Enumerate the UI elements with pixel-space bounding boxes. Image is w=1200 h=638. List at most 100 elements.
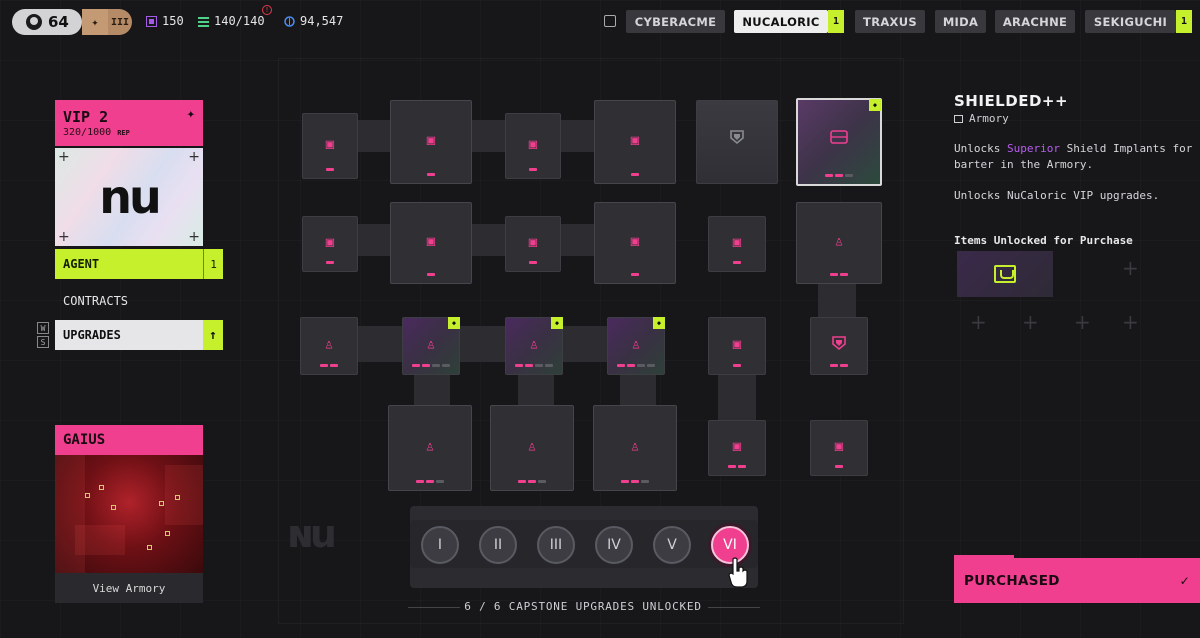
upgrade-node[interactable]: ♙ (490, 405, 574, 491)
implant-icon: ▣ (528, 136, 538, 153)
unlocked-flag-icon: ◆ (653, 317, 665, 329)
artwork-marker (175, 495, 180, 500)
stat-capacity: 140/140 (198, 14, 265, 28)
figure-icon: ♙ (631, 336, 641, 353)
faction-logo-text: nu (99, 170, 161, 224)
upgrade-node[interactable]: ♙ (593, 405, 677, 491)
purchased-label: PURCHASED (964, 572, 1060, 589)
upgrade-node-selected[interactable]: ◆ (796, 98, 882, 186)
check-icon: ✓ (1179, 573, 1190, 588)
upgrade-category: Armory (954, 112, 1009, 125)
gaius-artwork (55, 455, 203, 573)
upgrade-node[interactable]: ▣ (390, 202, 472, 284)
upgrade-node[interactable]: ▣ (505, 216, 561, 272)
runner-level-icon (26, 14, 42, 30)
node-progress (733, 261, 741, 264)
stat-currency: 94,547 (284, 14, 343, 28)
menu-agent-count: 1 (203, 249, 223, 279)
upgrade-node[interactable]: ♙ ◆ (607, 317, 665, 375)
menu-agent-label: AGENT (63, 257, 100, 271)
upgrade-node[interactable]: ♙ (300, 317, 358, 375)
rank-value: III (110, 16, 130, 28)
upgrade-node[interactable]: ▣ (505, 113, 561, 179)
tab-mida[interactable]: MIDA (935, 10, 986, 33)
menu-upgrades-label: UPGRADES (63, 328, 121, 342)
top-bar: 64 ✦ III 150 140/140 ! 94,547 CYBERACME … (0, 0, 1200, 44)
tab-arachne[interactable]: ARACHNE (995, 10, 1075, 33)
upgrade-node[interactable]: ♙ ◆ (402, 317, 460, 375)
upgrade-node[interactable]: ▣ (390, 100, 472, 184)
artwork-block (55, 455, 85, 573)
menu-upgrades[interactable]: UPGRADES ↑ (55, 320, 223, 350)
menu-contracts[interactable]: CONTRACTS (55, 286, 223, 316)
artwork-marker (99, 485, 104, 490)
figure-icon: ♙ (324, 336, 334, 353)
upgrade-node[interactable]: ▣ (594, 100, 676, 184)
artwork-marker (111, 505, 116, 510)
corner-plus-icon: + (58, 229, 70, 245)
capstone-v[interactable]: V (653, 526, 691, 564)
upgrade-description-2: Unlocks NuCaloric VIP upgrades. (954, 189, 1160, 202)
tab-cyberacme[interactable]: CYBERACME (626, 10, 725, 33)
capstone-iii[interactable]: III (537, 526, 575, 564)
shield-icon (832, 335, 846, 350)
gaius-title: GAIUS (55, 425, 203, 455)
artwork-block (165, 465, 203, 525)
unlocked-item[interactable] (957, 251, 1053, 297)
figure-icon: ♙ (527, 438, 537, 455)
upgrade-node[interactable] (810, 317, 868, 375)
level-badge[interactable]: 64 (12, 9, 82, 35)
upgrade-node[interactable]: ▣ (302, 216, 358, 272)
sekiguchi-count-badge: 1 (1176, 10, 1192, 33)
upgrade-node[interactable]: ♙ ◆ (505, 317, 563, 375)
display-icon[interactable] (604, 15, 616, 27)
upgrade-node[interactable]: ▣ (594, 202, 676, 284)
sparkle-icon: ✦ (186, 106, 195, 122)
empty-slot-icon: + (1074, 310, 1091, 334)
capstone-track (410, 520, 758, 568)
rank-emblem-icon: ✦ (82, 9, 108, 35)
gaius-card[interactable]: GAIUS View Armory (55, 425, 203, 603)
alert-icon[interactable]: ! (262, 5, 272, 15)
menu-agent[interactable]: AGENT 1 (55, 249, 223, 279)
implant-icon: ▣ (732, 234, 742, 251)
upgrade-node-locked[interactable] (696, 100, 778, 184)
upgrade-node[interactable]: ▣ (810, 420, 868, 476)
tab-sekiguchi[interactable]: SEKIGUCHI (1085, 10, 1176, 33)
view-armory-link[interactable]: View Armory (55, 573, 203, 603)
upgrade-node[interactable]: ▣ (302, 113, 358, 179)
corner-plus-icon: + (188, 229, 200, 245)
rank-badge[interactable]: ✦ III (82, 9, 132, 35)
node-progress (830, 364, 848, 367)
tab-nucaloric[interactable]: NUCALORIC (734, 10, 828, 33)
tree-connector (818, 280, 856, 320)
upgrade-node[interactable]: ▣ (708, 216, 766, 272)
node-progress (518, 480, 546, 483)
node-progress (427, 173, 435, 176)
implant-icon: ▣ (732, 336, 742, 353)
upgrade-node[interactable]: ▣ (708, 317, 766, 375)
upgrade-node[interactable]: ▣ (708, 420, 766, 476)
figure-icon: ♙ (426, 336, 436, 353)
items-unlocked-title: Items Unlocked for Purchase (954, 234, 1133, 247)
arrow-up-icon: ↑ (203, 320, 223, 350)
node-progress (529, 168, 537, 171)
artwork-marker (159, 501, 164, 506)
vip-card[interactable]: VIP 2 320/1000 REP ✦ + + + + nu (55, 100, 203, 246)
vip-title: VIP 2 (63, 108, 109, 126)
purchased-button[interactable]: PURCHASED ✓ (954, 555, 1200, 603)
capstone-i[interactable]: I (421, 526, 459, 564)
currency-icon (284, 15, 295, 27)
artwork-block (75, 525, 125, 555)
capstone-iv[interactable]: IV (595, 526, 633, 564)
capstone-ii[interactable]: II (479, 526, 517, 564)
tree-connector (340, 326, 640, 362)
unlocked-flag-icon: ◆ (448, 317, 460, 329)
tab-traxus[interactable]: TRAXUS (855, 10, 925, 33)
upgrade-node[interactable]: ♙ (796, 202, 882, 284)
upgrade-category-label: Armory (969, 112, 1009, 125)
upgrade-node[interactable]: ♙ (388, 405, 472, 491)
node-progress (830, 273, 848, 276)
implant-icon: ▣ (426, 132, 436, 149)
key-hint-s: S (37, 336, 49, 348)
